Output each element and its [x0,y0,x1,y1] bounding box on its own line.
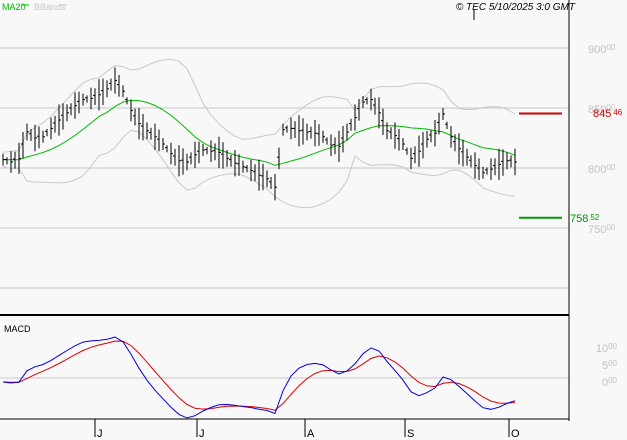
legend-bbands: BBands [34,2,66,12]
macd-tick-label: 000 [602,376,618,389]
price-chart: 900008500080000750001000500000J J A S O MA20… [0,0,623,440]
macd-tick-label: 1000 [596,342,618,355]
month-label: A [307,428,315,440]
month-label: S [407,428,414,440]
macd-label: MACD [4,324,31,334]
month-label: J [97,428,103,440]
legend-ma20: MA20 [2,2,26,12]
month-label: J [199,428,205,440]
price-tick-label: 80000 [588,163,616,176]
high-marker-label: 845 46 [593,108,623,120]
price-tick-label: 75000 [588,223,616,236]
bband-upper [2,58,516,153]
ma20-line [2,99,516,166]
month-label: O [511,428,520,440]
macd-tick-label: 500 [602,359,618,372]
macd-signal-line [2,340,516,411]
price-tick-label: 90000 [588,43,616,56]
